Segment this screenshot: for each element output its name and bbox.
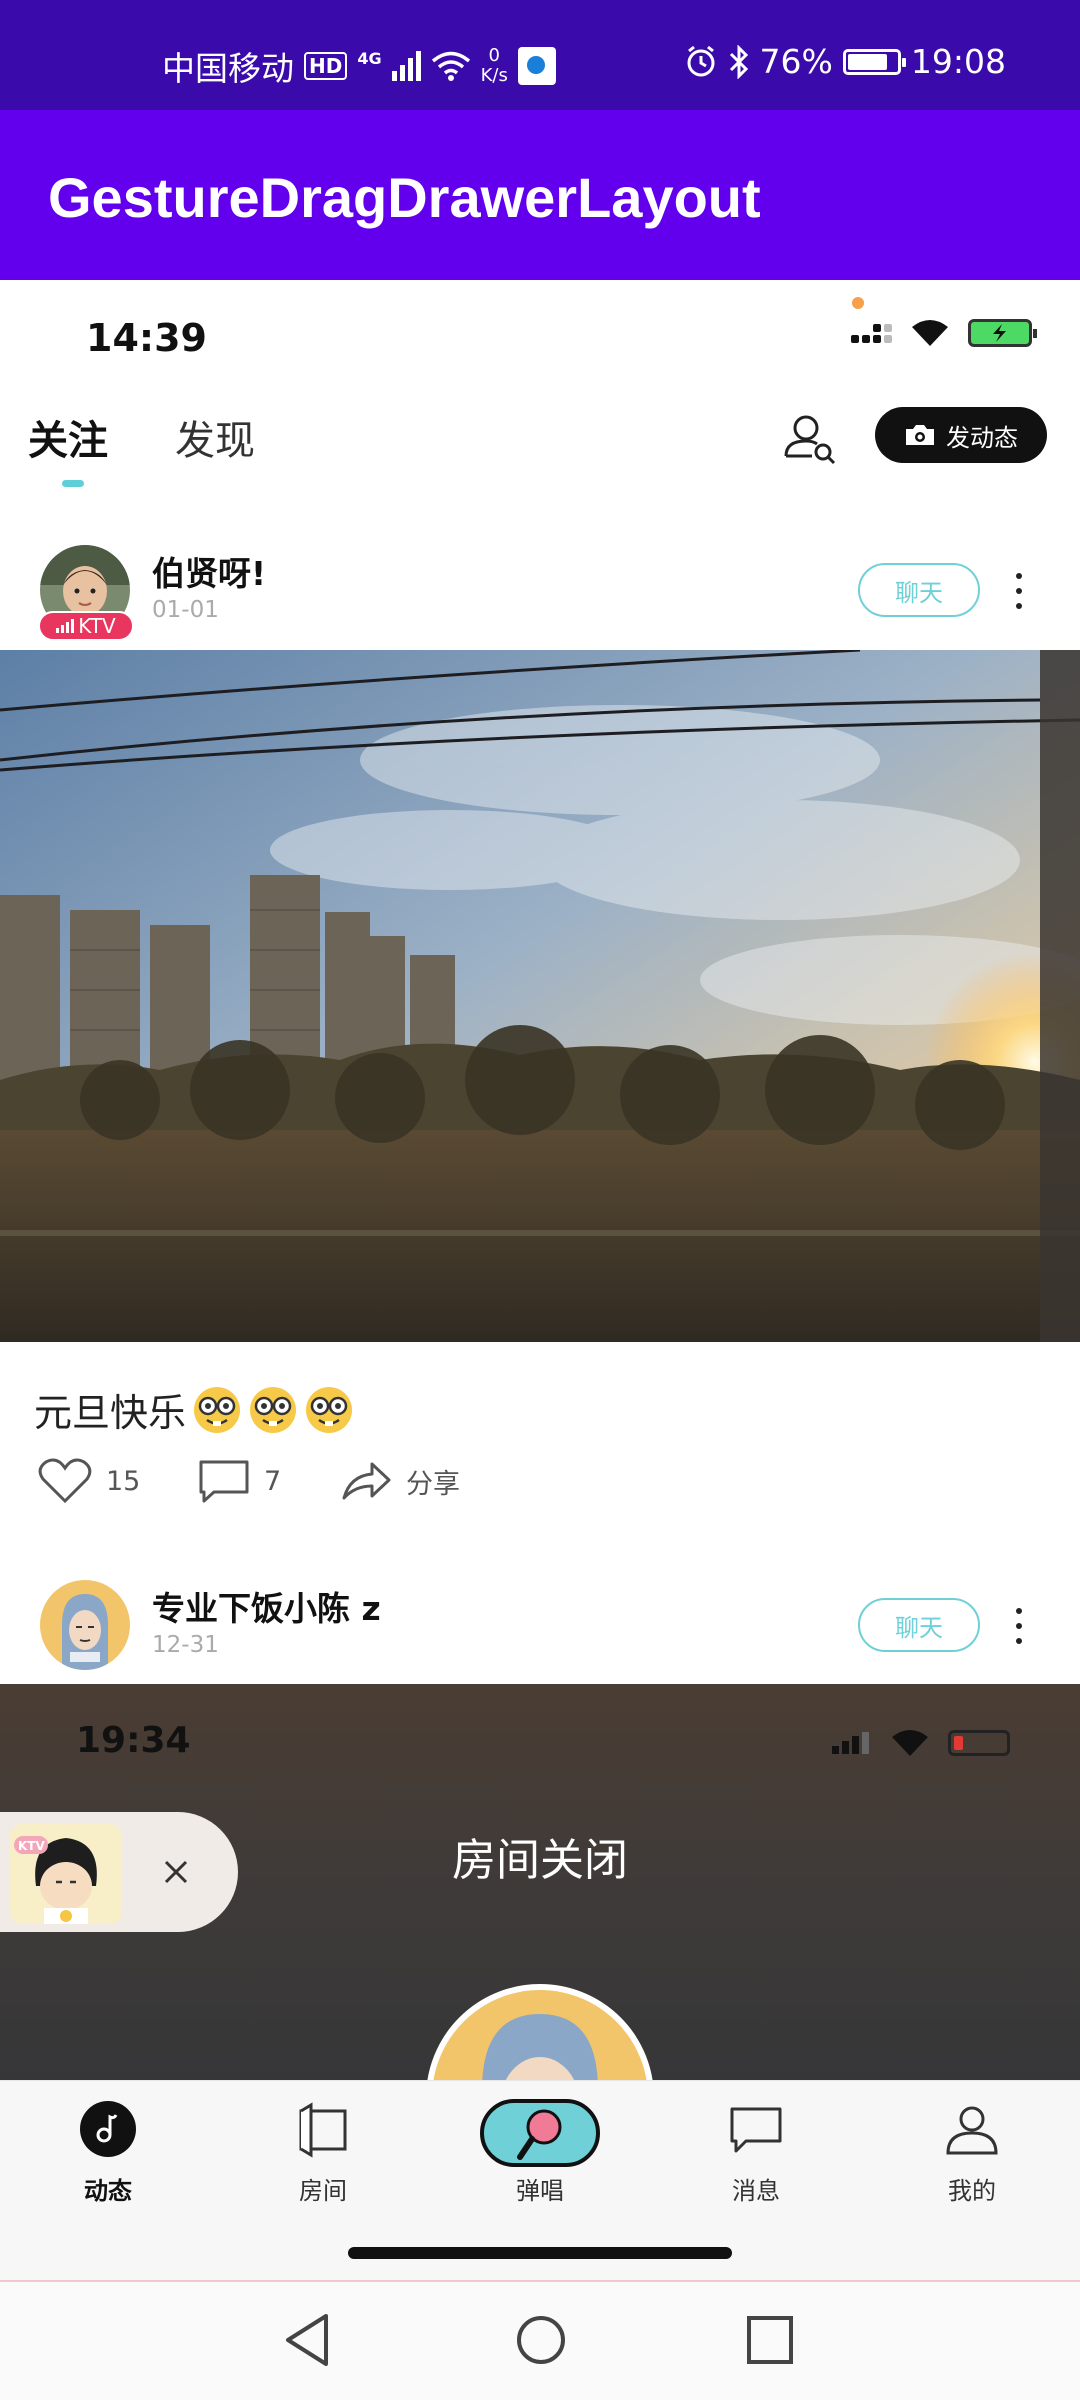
room-icon (299, 2102, 347, 2158)
inner-status-bar: 14:39 (0, 280, 1080, 370)
post-button-label: 发动态 (946, 423, 1018, 452)
camera-icon (906, 425, 934, 445)
room-card-time: 19:34 (76, 1720, 191, 1761)
tab-active-indicator (62, 480, 84, 487)
microphone-icon (480, 2099, 600, 2167)
low-battery-icon (948, 1730, 1010, 1756)
signal-icon (832, 1732, 869, 1754)
signal-bars-icon (56, 619, 75, 633)
app-title: GestureDragDrawerLayout (48, 166, 761, 229)
carrier-label: 中国移动 (162, 49, 294, 88)
share-button[interactable]: 分享 (340, 1458, 460, 1504)
ktv-tag: KTV (18, 1839, 45, 1853)
wifi-icon (912, 320, 948, 346)
floating-room-pill[interactable]: KTV (0, 1812, 238, 1932)
post-caption: 元旦快乐 (34, 1391, 187, 1435)
search-user-icon[interactable] (780, 408, 840, 468)
nerd-face-emoji-icon (194, 1386, 241, 1433)
battery-percent: 76% (759, 42, 833, 81)
comment-icon (199, 1460, 249, 1503)
post-date: 12-31 (152, 1632, 219, 1658)
like-button[interactable]: 15 (38, 1458, 140, 1504)
network-speed: 0 K/s (481, 46, 508, 86)
comment-button[interactable]: 7 (198, 1458, 281, 1504)
recents-icon[interactable] (745, 2312, 795, 2368)
heart-icon (38, 1458, 92, 1504)
nav-item-dynamic[interactable]: 动态 (28, 2099, 188, 2206)
message-icon (730, 2107, 782, 2153)
inner-time: 14:39 (86, 316, 207, 360)
ktv-badge-label: KTV (78, 614, 116, 638)
wifi-icon (892, 1730, 928, 1756)
nav-label: 消息 (732, 2177, 780, 2205)
nerd-face-emoji-icon (250, 1386, 297, 1433)
more-options-icon[interactable] (1010, 573, 1028, 609)
room-host-avatar[interactable] (426, 1984, 654, 2080)
system-navigation-bar (0, 2280, 1080, 2400)
post-actions: 15 7 分享 (0, 1458, 1080, 1518)
more-options-icon[interactable] (1010, 1608, 1028, 1644)
nav-label: 动态 (84, 2177, 132, 2205)
post-date: 01-01 (152, 597, 219, 623)
wifi-icon (431, 51, 470, 81)
speed-unit: K/s (480, 65, 508, 86)
system-status-bar: 中国移动 HD 4G 0 K/s 76% 19:08 (0, 0, 1080, 110)
comment-count: 7 (264, 1465, 282, 1497)
nav-label: 弹唱 (516, 2177, 564, 2205)
profile-icon (946, 2106, 998, 2155)
post-image[interactable] (0, 650, 1080, 1342)
share-icon (342, 1462, 391, 1500)
app-notification-icon (517, 47, 556, 85)
username[interactable]: 专业下饭小陈 z (152, 1582, 381, 1630)
close-icon[interactable] (156, 1852, 196, 1892)
nerd-face-emoji-icon (306, 1386, 353, 1433)
room-thumbnail[interactable]: KTV (10, 1824, 122, 1924)
app-bar: GestureDragDrawerLayout (0, 110, 1080, 280)
post-dynamic-button[interactable]: 发动态 (875, 407, 1047, 463)
speed-value: 0 (488, 45, 500, 66)
hd-badge: HD (304, 52, 348, 80)
nav-item-messages[interactable]: 消息 (676, 2099, 836, 2206)
nav-label: 我的 (948, 2177, 996, 2205)
post-header: 专业下饭小陈 z 12-31 聊天 (0, 1570, 1080, 1680)
nav-item-sing[interactable]: 弹唱 (460, 2099, 620, 2206)
nav-item-profile[interactable]: 我的 (892, 2099, 1052, 2206)
post-text: 元旦快乐 (34, 1382, 354, 1437)
signal-icon (391, 51, 421, 81)
alarm-icon (687, 45, 715, 76)
room-card-status-icons (832, 1728, 1010, 1758)
chat-button[interactable]: 聊天 (858, 563, 980, 617)
tab-discover[interactable]: 发现 (175, 408, 255, 466)
like-count: 15 (106, 1465, 141, 1497)
privacy-indicator-dot (852, 297, 864, 309)
charging-battery-icon (968, 319, 1037, 347)
back-icon[interactable] (282, 2312, 332, 2368)
music-note-icon (80, 2101, 136, 2157)
avatar[interactable] (40, 1580, 130, 1670)
home-icon[interactable] (514, 2312, 568, 2368)
ktv-badge: KTV (38, 611, 134, 641)
chat-button[interactable]: 聊天 (858, 1598, 980, 1652)
nav-item-room[interactable]: 房间 (243, 2099, 403, 2206)
nav-label: 房间 (299, 2177, 347, 2205)
cellular-icon (851, 323, 892, 343)
system-time: 19:08 (910, 42, 1006, 81)
bluetooth-icon (729, 44, 748, 79)
username[interactable]: 伯贤呀! (152, 547, 266, 595)
network-type: 4G (357, 48, 382, 68)
battery-icon (842, 48, 906, 75)
post-header: KTV 伯贤呀! 01-01 聊天 (0, 535, 1080, 645)
home-indicator[interactable] (348, 2247, 732, 2259)
feed-tabs: 关注 发现 发动态 (0, 370, 1080, 500)
share-label: 分享 (406, 1468, 460, 1500)
tab-follow[interactable]: 关注 (28, 408, 108, 466)
